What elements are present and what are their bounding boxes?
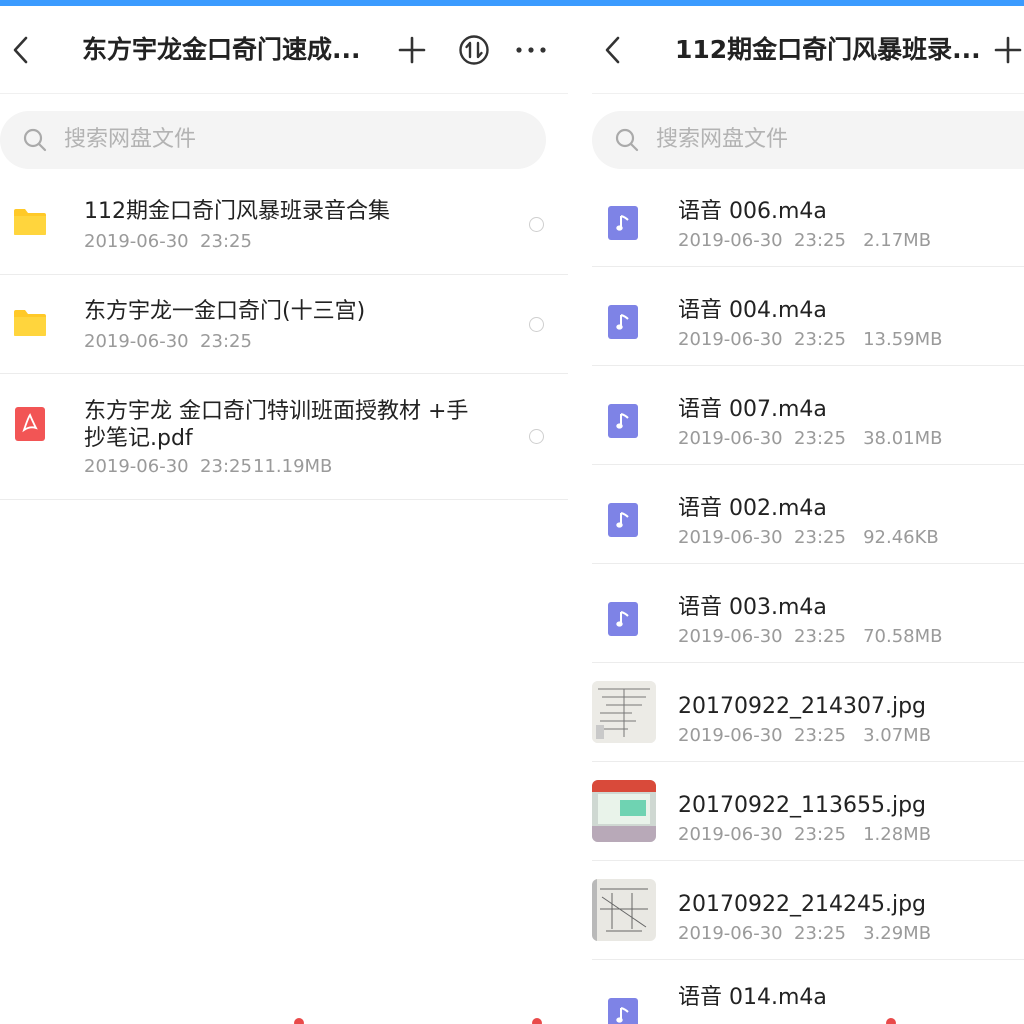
transfer-icon: [459, 35, 489, 65]
list-item[interactable]: 语音 003.m4a 2019-06-30 23:25 70.58MB: [592, 564, 1024, 663]
notification-dot: [886, 1018, 896, 1024]
file-name: 20170922_113655.jpg: [678, 793, 926, 818]
left-panel: 东方宇龙金口奇门速成... 搜索网盘文件 112期金口奇门风暴班录音合集 201…: [0, 6, 568, 1024]
search-bar[interactable]: 搜索网盘文件: [0, 111, 546, 169]
list-item[interactable]: 语音 014.m4a: [592, 960, 1024, 1024]
more-dots-icon: [516, 47, 546, 53]
file-meta: 2019-06-30 23:25 2.17MB: [678, 230, 932, 251]
file-name-line2: 抄笔记.pdf: [84, 426, 193, 451]
list-item[interactable]: 语音 004.m4a 2019-06-30 23:25 13.59MB: [592, 267, 1024, 366]
list-item[interactable]: 20170922_214307.jpg 2019-06-30 23:25 3.0…: [592, 663, 1024, 762]
file-name: 语音 014.m4a: [678, 985, 827, 1010]
add-button[interactable]: [988, 30, 1024, 70]
search-bar[interactable]: 搜索网盘文件: [592, 111, 1024, 169]
list-item[interactable]: 20170922_113655.jpg 2019-06-30 23:25 1.2…: [592, 762, 1024, 861]
list-item[interactable]: 112期金口奇门风暴班录音合集 2019-06-30 23:25: [0, 168, 568, 275]
page-title: 112期金口奇门风暴班录...: [675, 35, 981, 64]
file-date: 2019-06-30 23:25: [84, 456, 252, 477]
image-thumbnail: [592, 681, 656, 743]
music-file-icon: [608, 602, 638, 636]
notification-dot: [532, 1018, 542, 1024]
right-panel: 112期金口奇门风暴班录... 搜索网盘文件 语音 006.m4a 2019-0…: [592, 6, 1024, 1024]
select-radio[interactable]: [529, 429, 544, 444]
file-name: 语音 007.m4a: [678, 397, 827, 422]
file-name: 东方宇龙一金口奇门(十三宫): [84, 299, 366, 324]
chevron-left-icon: [13, 36, 28, 64]
list-item[interactable]: 20170922_214245.jpg 2019-06-30 23:25 3.2…: [592, 861, 1024, 960]
music-file-icon: [608, 998, 638, 1024]
list-item[interactable]: 东方宇龙一金口奇门(十三宫) 2019-06-30 23:25: [0, 275, 568, 374]
file-meta: 2019-06-30 23:25 3.29MB: [678, 923, 932, 944]
music-file-icon: [608, 305, 638, 339]
image-thumbnail: [592, 780, 656, 842]
music-file-icon: [608, 503, 638, 537]
search-icon: [615, 128, 639, 152]
file-name: 语音 004.m4a: [678, 298, 827, 323]
file-name: 20170922_214307.jpg: [678, 694, 926, 719]
add-button[interactable]: [392, 30, 432, 70]
music-file-icon: [608, 404, 638, 438]
folder-icon: [14, 209, 46, 235]
file-name-line1: 东方宇龙 金口奇门特训班面授教材 +手: [84, 399, 469, 424]
file-date: 2019-06-30 23:25: [84, 331, 252, 352]
page-title: 东方宇龙金口奇门速成...: [82, 35, 361, 64]
file-size: 11.19MB: [253, 456, 333, 477]
pdf-icon: [15, 407, 45, 441]
folder-icon: [14, 310, 46, 336]
select-radio[interactable]: [529, 317, 544, 332]
notification-dot: [294, 1018, 304, 1024]
file-name: 语音 003.m4a: [678, 595, 827, 620]
panel-divider: [568, 6, 592, 1024]
search-icon: [23, 128, 47, 152]
back-button[interactable]: [592, 28, 632, 72]
list-item[interactable]: 东方宇龙 金口奇门特训班面授教材 +手 抄笔记.pdf 2019-06-30 2…: [0, 374, 568, 500]
file-list: 语音 006.m4a 2019-06-30 23:25 2.17MB 语音 00…: [592, 168, 1024, 1024]
right-header: 112期金口奇门风暴班录...: [592, 6, 1024, 94]
transfer-button[interactable]: [454, 30, 494, 70]
music-file-icon: [608, 206, 638, 240]
file-meta: 2019-06-30 23:25 3.07MB: [678, 725, 932, 746]
file-name: 语音 002.m4a: [678, 496, 827, 521]
file-meta: 2019-06-30 23:25 13.59MB: [678, 329, 943, 350]
file-list: 112期金口奇门风暴班录音合集 2019-06-30 23:25 东方宇龙一金口…: [0, 168, 568, 500]
file-meta: 2019-06-30 23:25 38.01MB: [678, 428, 943, 449]
list-item[interactable]: 语音 007.m4a 2019-06-30 23:25 38.01MB: [592, 366, 1024, 465]
file-meta: 2019-06-30 23:25 70.58MB: [678, 626, 943, 647]
back-button[interactable]: [0, 28, 40, 72]
more-button[interactable]: [511, 30, 551, 70]
file-name: 112期金口奇门风暴班录音合集: [84, 199, 390, 224]
file-meta: 2019-06-30 23:25 1.28MB: [678, 824, 932, 845]
left-header: 东方宇龙金口奇门速成...: [0, 6, 568, 94]
select-radio[interactable]: [529, 217, 544, 232]
image-thumbnail: [592, 879, 656, 941]
file-date: 2019-06-30 23:25: [84, 231, 252, 252]
plus-icon: [994, 36, 1022, 64]
list-item[interactable]: 语音 002.m4a 2019-06-30 23:25 92.46KB: [592, 465, 1024, 564]
search-placeholder: 搜索网盘文件: [64, 127, 197, 152]
list-item[interactable]: 语音 006.m4a 2019-06-30 23:25 2.17MB: [592, 168, 1024, 267]
file-name: 语音 006.m4a: [678, 199, 827, 224]
search-placeholder: 搜索网盘文件: [656, 127, 789, 152]
plus-icon: [398, 36, 426, 64]
chevron-left-icon: [605, 36, 620, 64]
file-name: 20170922_214245.jpg: [678, 892, 926, 917]
file-meta: 2019-06-30 23:25 92.46KB: [678, 527, 939, 548]
